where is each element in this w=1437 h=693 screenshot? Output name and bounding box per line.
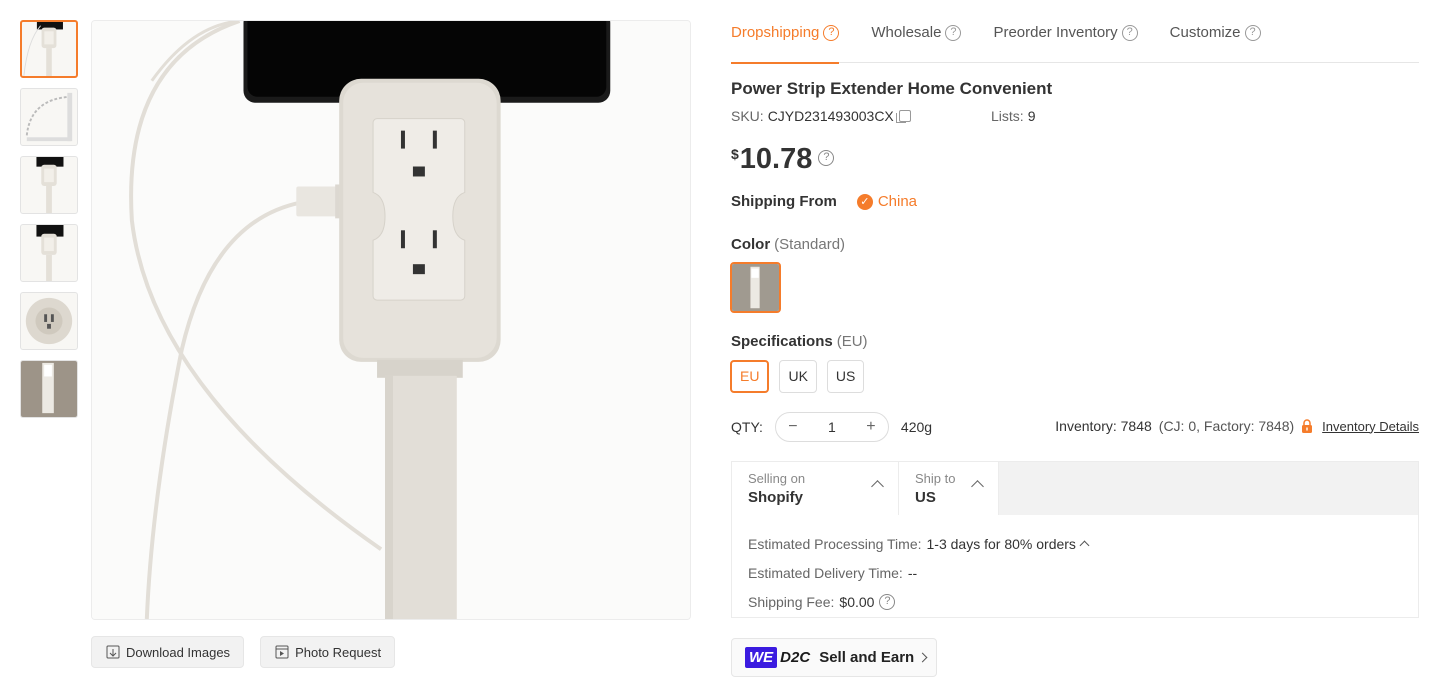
lock-icon [1300, 418, 1314, 434]
spec-option-eu[interactable]: EU [730, 360, 770, 393]
price-currency: $ [731, 146, 739, 162]
photo-request-button[interactable]: Photo Request [260, 636, 396, 668]
thumbnail-1[interactable] [20, 20, 78, 78]
we-logo: WE [745, 647, 778, 668]
tab-label: Wholesale [871, 24, 942, 41]
shipping-estimate-box: Selling on Shopify Ship to US Estimated … [731, 461, 1419, 618]
question-icon[interactable]: ? [1121, 25, 1138, 41]
thumbnail-2[interactable] [20, 88, 78, 146]
purchase-mode-tabs: Dropshipping ? Wholesale ? Preorder Inve… [731, 8, 1419, 64]
lists-count: Lists: 9 [991, 108, 1035, 124]
tab-label: Customize [1169, 24, 1241, 41]
delivery-time-value: -- [907, 564, 918, 581]
shipping-from-country[interactable]: China [878, 193, 917, 210]
selling-on-select[interactable]: Selling on Shopify [732, 462, 899, 515]
specification-options: EU UK US [730, 360, 865, 393]
tab-dropshipping[interactable]: Dropshipping ? [731, 8, 840, 64]
lists-value: 9 [1027, 108, 1036, 124]
shipping-details: Estimated Processing Time: 1-3 days for … [732, 515, 1418, 616]
shipping-fee-value: $0.00 [839, 593, 875, 610]
shipping-from-label: Shipping From [731, 193, 837, 210]
color-swatch-standard[interactable] [730, 262, 781, 313]
ship-to-value: US [915, 489, 936, 506]
check-icon: ✓ [856, 193, 873, 210]
photo-request-label: Photo Request [295, 644, 382, 660]
inventory-total: Inventory: 7848 [1055, 418, 1152, 434]
inventory-info: Inventory: 7848 (CJ: 0, Factory: 7848) I… [1055, 418, 1419, 434]
image-actions: Download Images Photo Request [91, 636, 396, 668]
thumbnail-3[interactable] [20, 156, 78, 214]
selling-on-value: Shopify [748, 489, 803, 506]
thumbnail-list [20, 20, 78, 428]
question-icon[interactable]: ? [879, 594, 896, 610]
chevron-right-icon [917, 652, 928, 663]
quantity-row: QTY: − + 420g Inventory: 7848 (CJ: 0, Fa… [731, 412, 1419, 442]
shipping-selectors: Selling on Shopify Ship to US [732, 462, 1418, 515]
spec-option-uk[interactable]: UK [779, 360, 817, 393]
sku-row: SKU: CJYD231493003CX [731, 108, 911, 124]
question-icon[interactable]: ? [1244, 25, 1261, 41]
specifications-title: Specifications [731, 333, 833, 350]
specifications-label: Specifications (EU) [731, 333, 868, 350]
shipping-from: Shipping From ✓ China [731, 193, 917, 210]
sku-label: SKU: [731, 108, 764, 124]
question-icon[interactable]: ? [945, 25, 962, 41]
thumbnail-4[interactable] [20, 224, 78, 282]
download-images-label: Download Images [126, 644, 231, 660]
ship-to-select[interactable]: Ship to US [899, 462, 999, 515]
tab-label: Preorder Inventory [993, 24, 1118, 41]
quantity-input[interactable] [811, 419, 852, 435]
tab-wholesale[interactable]: Wholesale ? [871, 8, 962, 63]
sku-value: CJYD231493003CX [767, 108, 894, 124]
qty-label: QTY: [731, 419, 763, 435]
lists-label: Lists: [991, 108, 1024, 124]
tab-customize[interactable]: Customize ? [1170, 8, 1261, 63]
tab-preorder-inventory[interactable]: Preorder Inventory ? [993, 8, 1138, 63]
processing-time-value: 1-3 days for 80% orders [926, 535, 1076, 552]
price-value: 10.78 [739, 143, 813, 175]
processing-time-row: Estimated Processing Time: 1-3 days for … [748, 529, 1402, 558]
quantity-stepper: − + [774, 412, 889, 442]
main-product-image [91, 20, 691, 620]
spec-option-us[interactable]: US [826, 360, 865, 393]
download-icon [105, 644, 121, 660]
color-label: Color (Standard) [731, 236, 845, 253]
decrement-button[interactable]: − [784, 418, 802, 436]
sell-and-earn-button[interactable]: WE D2C Sell and Earn [731, 638, 937, 677]
chevron-up-icon[interactable] [1079, 540, 1090, 551]
selling-on-label: Selling on [748, 471, 806, 486]
shipping-fee-row: Shipping Fee: $0.00 ? [748, 587, 1402, 616]
copy-icon[interactable] [895, 110, 911, 123]
price: $ 10.78 ? [731, 140, 835, 178]
delivery-time-row: Estimated Delivery Time: -- [748, 558, 1402, 587]
processing-time-label: Estimated Processing Time: [748, 535, 922, 552]
inventory-details-link[interactable]: Inventory Details [1322, 419, 1419, 434]
question-icon[interactable]: ? [823, 25, 840, 41]
sell-and-earn-label: Sell and Earn [819, 649, 915, 666]
increment-button[interactable]: + [862, 418, 880, 436]
specifications-selected: (EU) [836, 333, 868, 350]
d2c-logo: D2C [780, 649, 811, 666]
color-title: Color [731, 236, 771, 253]
color-selected: (Standard) [774, 236, 846, 253]
question-icon[interactable]: ? [818, 150, 835, 166]
photo-icon [274, 644, 290, 660]
delivery-time-label: Estimated Delivery Time: [748, 564, 903, 581]
product-title: Power Strip Extender Home Convenient [731, 79, 1053, 98]
shipping-fee-label: Shipping Fee: [748, 593, 835, 610]
thumbnail-6[interactable] [20, 360, 78, 418]
inventory-breakdown: (CJ: 0, Factory: 7848) [1158, 418, 1295, 434]
download-images-button[interactable]: Download Images [91, 636, 245, 668]
thumbnail-5[interactable] [20, 292, 78, 350]
product-weight: 420g [900, 419, 933, 435]
tab-label: Dropshipping [731, 24, 820, 41]
